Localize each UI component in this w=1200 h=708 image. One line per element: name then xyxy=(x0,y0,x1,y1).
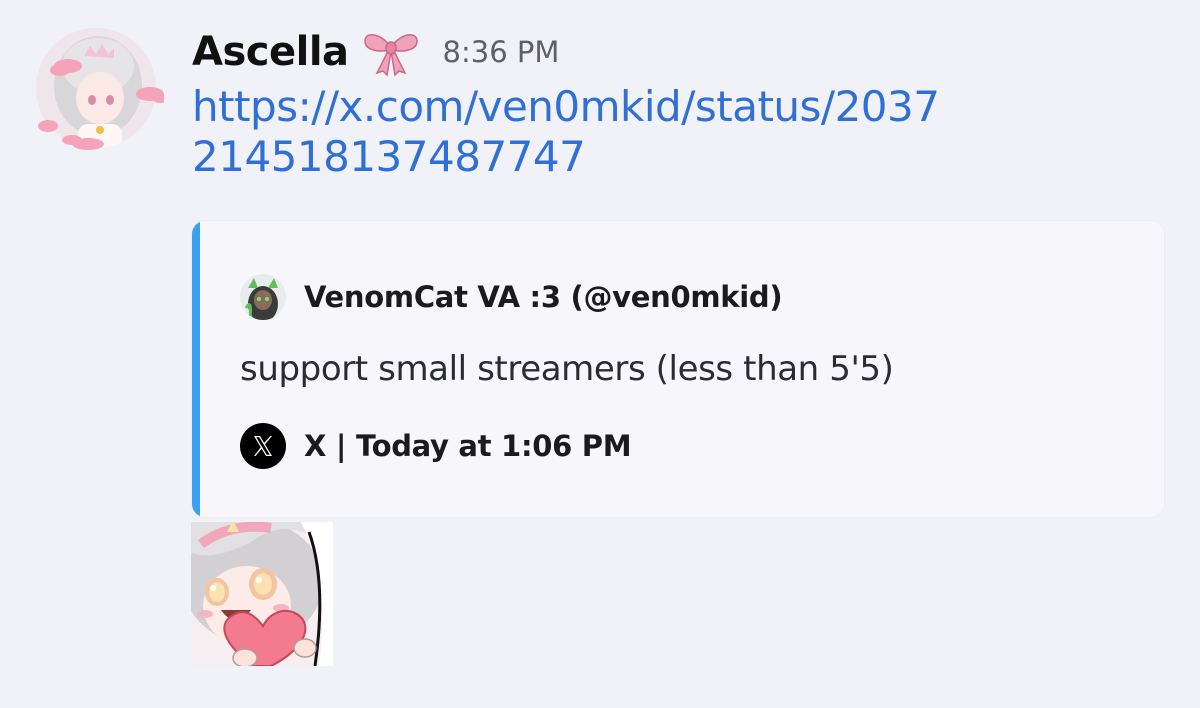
embed-footer-text: X | Today at 1:06 PM xyxy=(304,429,632,463)
anime-girl-avatar-icon xyxy=(36,28,168,150)
embed-footer: X | Today at 1:06 PM xyxy=(240,423,632,469)
embed-author-name[interactable]: VenomCat VA :3 (@ven0mkid) xyxy=(304,280,783,314)
venomcat-avatar-icon xyxy=(240,274,286,320)
anime-girl-heart-sticker[interactable] xyxy=(191,522,333,666)
embed-description: support small streamers (less than 5'5) xyxy=(240,349,894,389)
message-timestamp: 8:36 PM xyxy=(442,35,560,69)
chat-message: Ascella 8:36 PM https://x.com/ven0mkid/s… xyxy=(0,0,1200,708)
username[interactable]: Ascella xyxy=(192,29,349,75)
ribbon-bow-icon xyxy=(361,27,421,77)
message-header: Ascella 8:36 PM xyxy=(192,22,559,82)
embed-author[interactable]: VenomCat VA :3 (@ven0mkid) xyxy=(240,274,783,320)
link-embed[interactable]: VenomCat VA :3 (@ven0mkid) support small… xyxy=(191,220,1165,518)
message-link[interactable]: https://x.com/ven0mkid/status/2037214518… xyxy=(192,82,952,182)
embed-accent-bar xyxy=(192,221,200,517)
x-logo-icon xyxy=(240,423,286,469)
user-avatar[interactable] xyxy=(28,26,168,150)
